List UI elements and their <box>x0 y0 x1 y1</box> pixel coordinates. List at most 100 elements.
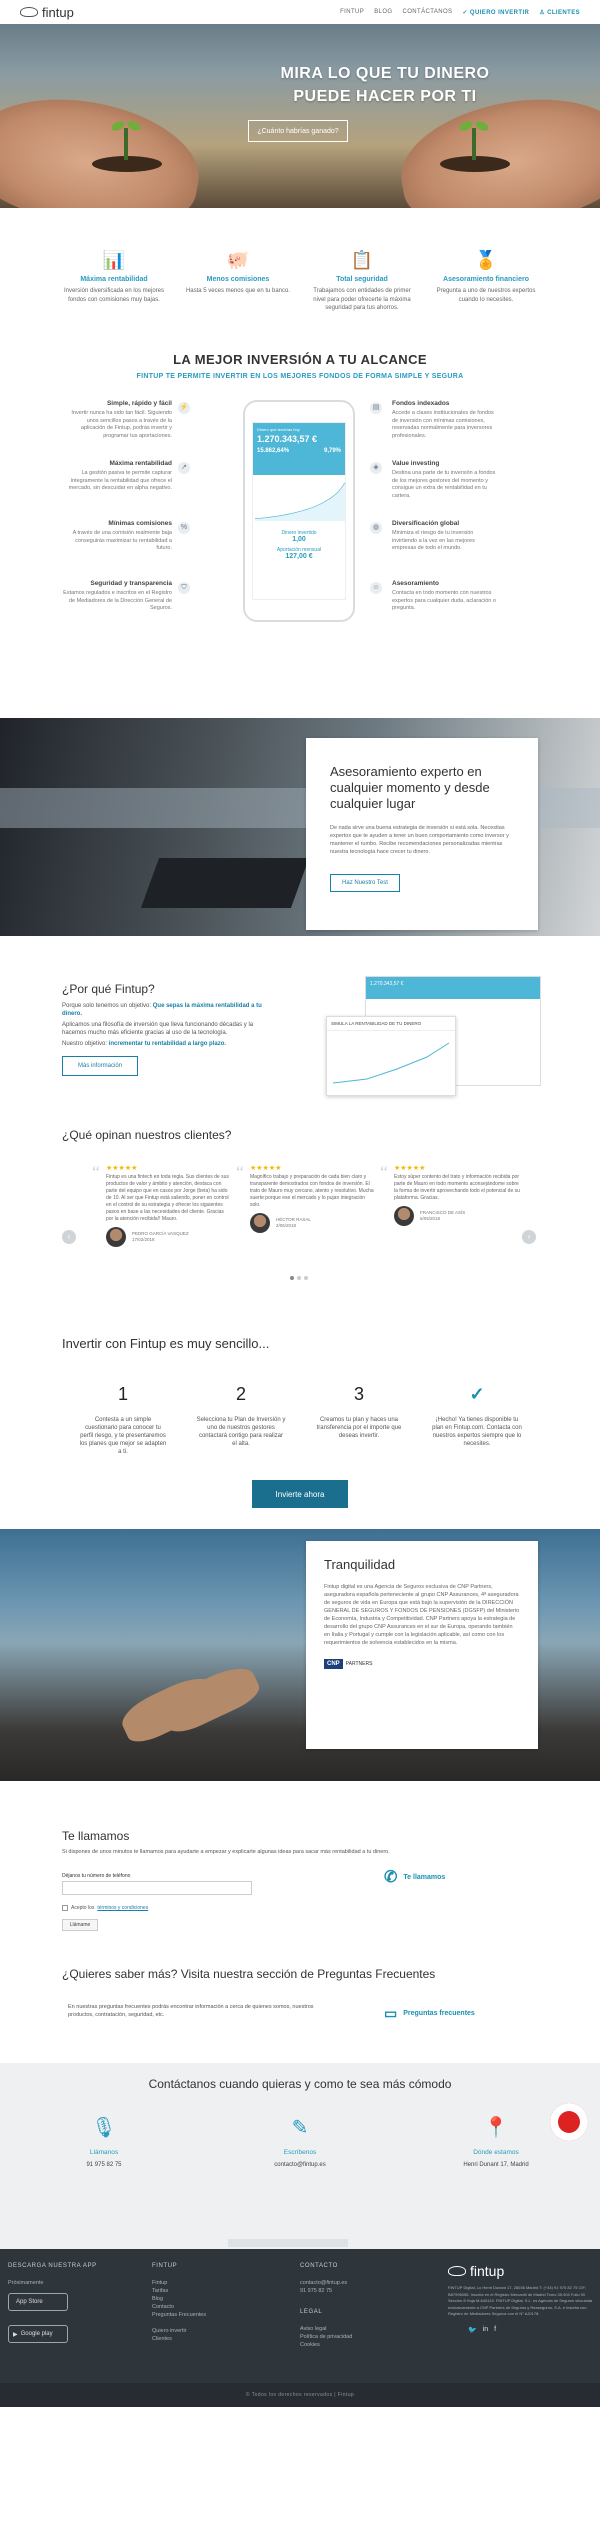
contact-label: Escríbenos <box>283 2149 317 2156</box>
growth-area <box>255 483 345 521</box>
footer-logo[interactable]: fintup <box>448 2263 598 2279</box>
clipboard-icon: 📋 <box>350 250 374 270</box>
take-test-button[interactable]: Haz Nuestro Test <box>330 874 400 892</box>
monthly-value: 127,00 € <box>285 553 313 560</box>
contact-item-email[interactable]: ✎ Escríbenos contacto@fintup.es <box>240 2115 360 2168</box>
footer-fintup-column: FINTUP Fintup Tarifas Blog Contacto Preg… <box>152 2263 206 2343</box>
contact-value: contacto@fintup.es <box>274 2162 326 2168</box>
footer-logo-text: fintup <box>470 2263 505 2279</box>
review-text: Estoy súper contento del trato y informa… <box>394 1174 520 1201</box>
footer-link[interactable]: Fintup <box>152 2279 206 2287</box>
review-author: FRANCISCO DE ASÍS 6/05/2018 <box>380 1206 520 1226</box>
more-info-button[interactable]: Más información <box>62 1056 138 1076</box>
phone-amount: 1.270.343,57 € <box>257 434 318 444</box>
callback-link-label: Te llamamos <box>403 1873 446 1881</box>
footer-link[interactable]: Contacto <box>152 2303 206 2311</box>
review-date: 2/06/2018 <box>276 1223 297 1228</box>
call-me-button[interactable]: Llámame <box>62 1919 98 1931</box>
why-fintup-section: ¿Por qué Fintup? Porque solo tenemos un … <box>0 936 600 1108</box>
why-title: ¿Por qué Fintup? <box>62 982 155 996</box>
fintup-logo[interactable]: fintup <box>20 5 74 20</box>
benefit-item: ◍ Diversificación global Minimiza el riesg… <box>370 520 498 580</box>
simulator-line <box>332 1042 450 1084</box>
feature-text: Hasta 5 veces menos que en tu banco. <box>185 288 291 294</box>
globe-icon: ◍ <box>370 522 382 534</box>
social-links: 🐦 in f <box>448 2326 598 2334</box>
feature-title: Total seguridad <box>336 276 388 283</box>
reviews-section: ¿Qué opinan nuestros clientes? ‹ › “ ★★★… <box>0 1108 600 1292</box>
contact-item-address[interactable]: 📍 Dónde estamos Henri Dunant 17, Madrid <box>436 2115 556 2168</box>
carousel-dot[interactable] <box>290 1276 294 1280</box>
benefit-text: Estamos regulados e inscritos en el Regi… <box>63 590 172 611</box>
why-text-plain: Nuestro objetivo: <box>62 1041 108 1047</box>
nav-clients-link[interactable]: ♙ CLIENTES <box>539 9 580 16</box>
footer-link[interactable]: Quiero invertir <box>152 2327 206 2335</box>
main-nav: FINTUP BLOG CONTÁCTANOS ✓ QUIERO INVERTI… <box>340 9 580 16</box>
expert-advice-banner: Asesoramiento experto en cualquier momen… <box>0 718 600 936</box>
faq-link-label: Preguntas frecuentes <box>403 2010 475 2017</box>
hero-calc-button[interactable]: ¿Cuánto habrías ganado? <box>248 120 348 142</box>
footer-link[interactable]: Cookies <box>300 2341 352 2349</box>
callback-link[interactable]: ✆ Te llamamos <box>384 1867 445 1887</box>
linkedin-icon[interactable]: in <box>483 2326 488 2334</box>
invest-now-button[interactable]: Invierte ahora <box>252 1480 348 1508</box>
author-meta: PEDRO GARCÍA VASQUEZ 17/02/2018 <box>132 1231 189 1243</box>
benefit-item: ◈ Value investing Destina una parte de tu … <box>370 460 498 520</box>
facebook-icon[interactable]: f <box>494 2326 496 2334</box>
carousel-dot[interactable] <box>304 1276 308 1280</box>
benefit-item: ⚡ Simple, rápido y fácil Invertir nunca ha… <box>62 400 190 460</box>
nav-link-contact[interactable]: CONTÁCTANOS <box>402 9 452 16</box>
review-text: Magnífico trabajo y preparación de cada … <box>250 1174 374 1208</box>
benefit-text: La gestión pasiva te permite capturar ín… <box>68 470 172 491</box>
phone-mockup: Dinero que tendrías hoy 1.270.343,57 € 1… <box>243 400 355 622</box>
carousel-next-arrow[interactable]: › <box>522 1230 536 1244</box>
step-text: Creamos tu plan y haces una transferenci… <box>316 1417 402 1439</box>
benefit-title: Seguridad y transparencia <box>90 580 172 587</box>
terms-link[interactable]: términos y condiciones <box>97 1905 148 1911</box>
contact-item-phone[interactable]: 🎙 Llámanos 91 975 82 75 <box>44 2115 164 2168</box>
avatar <box>394 1206 414 1226</box>
lightning-icon: ⚡ <box>178 402 190 414</box>
faq-link[interactable]: ▭ Preguntas frecuentes <box>384 2005 475 2022</box>
phone-invested: Dinero invertido 1,00 <box>253 530 345 543</box>
footer-link[interactable]: Blog <box>152 2295 206 2303</box>
simulator-chart <box>332 1042 450 1084</box>
feature-item: 🐖 Menos comisiones Hasta 5 veces menos q… <box>184 248 292 348</box>
footer-heading: FINTUP <box>152 2263 178 2269</box>
best-investment-section: LA MEJOR INVERSIÓN A TU ALCANCE FINTUP T… <box>0 348 600 718</box>
carousel-prev-arrow[interactable]: ‹ <box>62 1230 76 1244</box>
footer-link[interactable]: contacto@fintup.es <box>300 2279 352 2287</box>
footer-link[interactable]: Política de privacidad <box>300 2333 352 2341</box>
twitter-icon[interactable]: 🐦 <box>468 2326 477 2334</box>
faq-title: ¿Quieres saber más? Visita nuestra secci… <box>62 1967 436 1981</box>
google-play-badge[interactable]: ▶ Google play <box>8 2325 68 2343</box>
step-item: 1 Contesta a un simple cuestionario para … <box>78 1384 168 1456</box>
benefits-right-column: ▤ Fondos indexados Accede a clases institu… <box>370 400 498 640</box>
why-text-plain: Porque solo tenemos un objetivo: <box>62 1003 152 1009</box>
review-card: “ ★★★★★ Fintup es una fintech en toda re… <box>92 1162 232 1247</box>
footer-link[interactable]: Tarifas <box>152 2287 206 2295</box>
nav-invest-link[interactable]: ✓ QUIERO INVERTIR <box>462 9 529 16</box>
step-text: ¡Hecho! Ya tienes disponible tu plan en … <box>432 1417 522 1447</box>
review-card: “ ★★★★★ Magnífico trabajo y preparación … <box>236 1162 376 1233</box>
nav-link-blog[interactable]: BLOG <box>374 9 392 16</box>
footer-link[interactable]: 91 975 82 75 <box>300 2287 352 2295</box>
review-text: Fintup es una fintech en toda regla. Sus… <box>106 1174 229 1222</box>
footer-link[interactable]: Preguntas Frecuentes <box>152 2311 206 2319</box>
microphone-icon: 🎙 <box>91 2117 117 2139</box>
phone-tae: 9,79% <box>323 448 341 454</box>
terms-checkbox[interactable] <box>62 1905 68 1911</box>
phone-input[interactable] <box>62 1881 252 1895</box>
rating-stars: ★★★★★ <box>394 1165 426 1172</box>
app-store-badge[interactable]: App Store <box>8 2293 68 2311</box>
hero-title: MIRA LO QUE TU DINERO PUEDE HACER POR TI <box>280 65 490 105</box>
carousel-dot[interactable] <box>297 1276 301 1280</box>
footer-spacer <box>152 2319 206 2327</box>
footer-link[interactable]: Aviso legal <box>300 2325 352 2333</box>
feature-text: Pregunta a uno de nuestros expertos cuan… <box>436 288 536 303</box>
footer-link[interactable]: Clientes <box>152 2335 206 2343</box>
benefit-title: Value investing <box>392 460 440 467</box>
nav-link-fintup[interactable]: FINTUP <box>340 9 364 16</box>
top-navbar: fintup FINTUP BLOG CONTÁCTANOS ✓ QUIERO … <box>0 0 600 24</box>
hero-hand-left <box>0 82 209 208</box>
